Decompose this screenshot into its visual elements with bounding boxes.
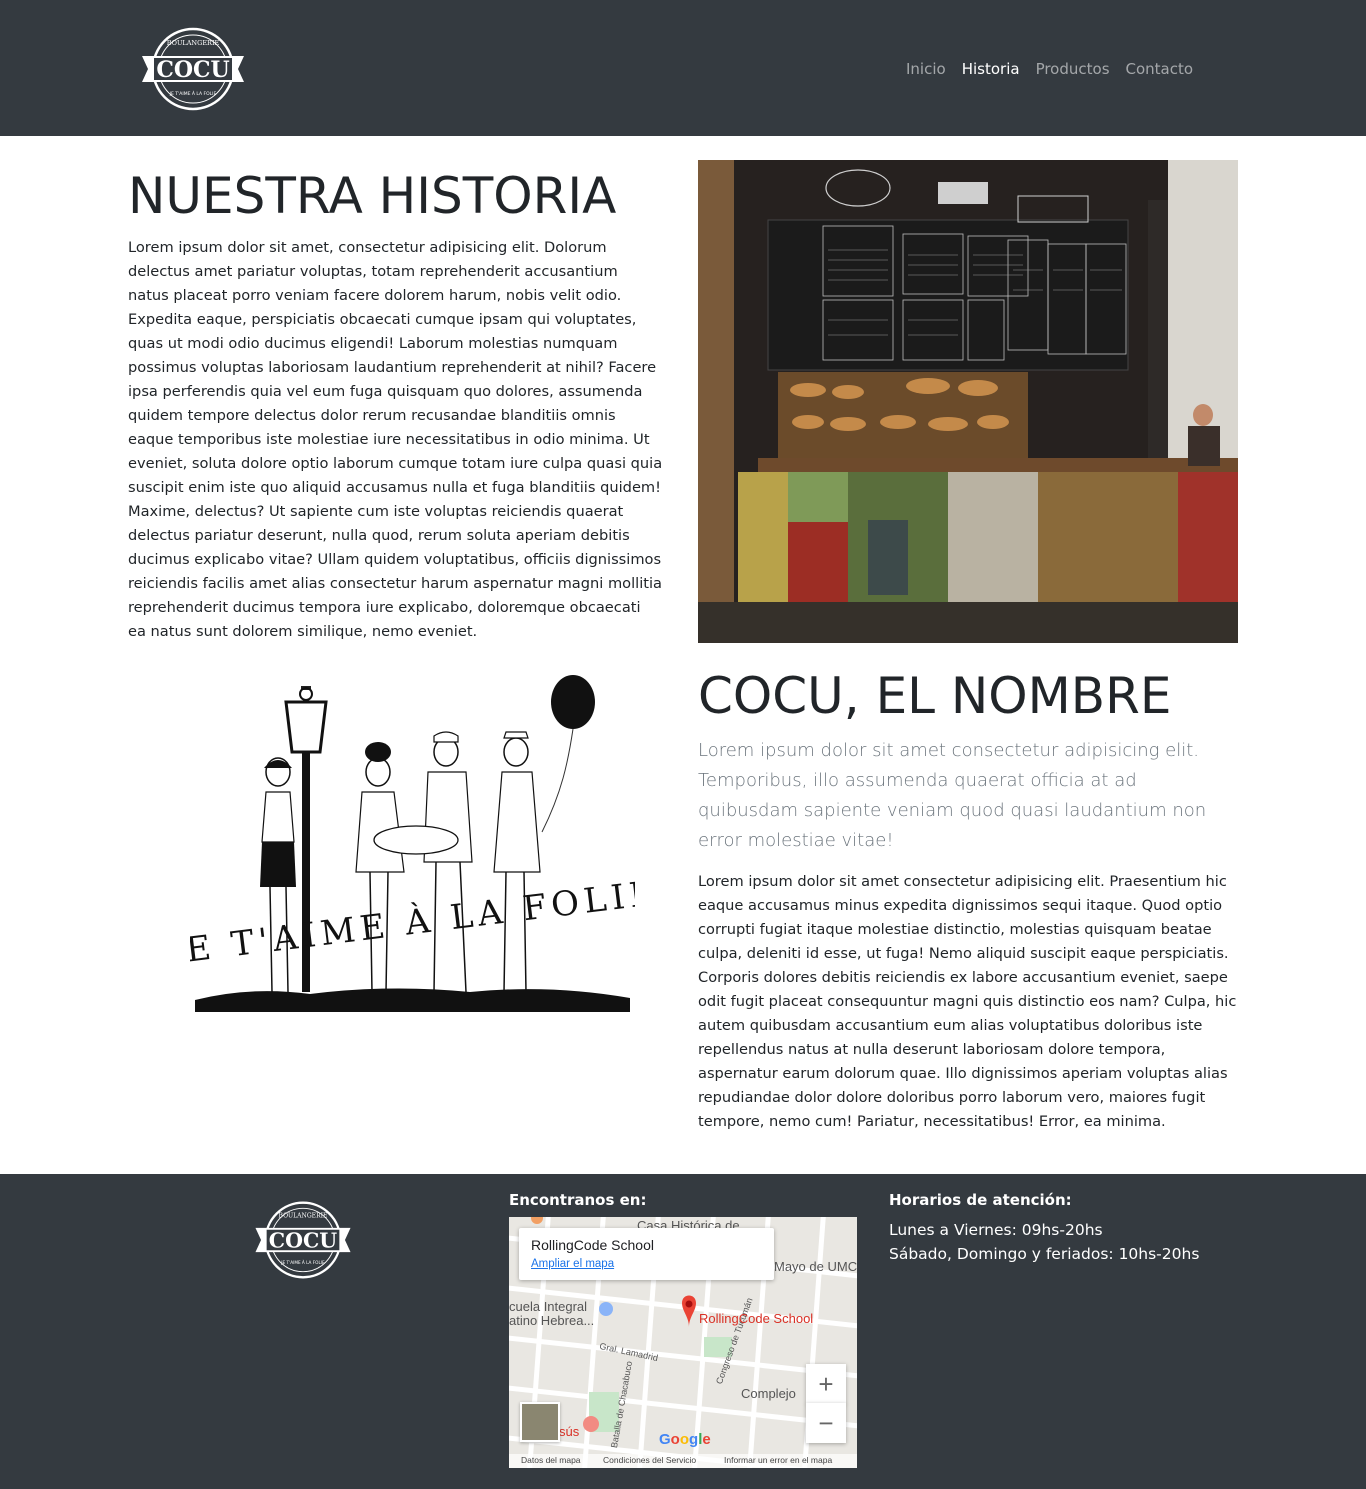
zoom-in-button[interactable]: + bbox=[806, 1364, 846, 1404]
illustration-characters-icon: JE T'AIME À LA FOLIE bbox=[162, 675, 662, 1012]
embedded-map[interactable]: Mayo de UMC cuela Integral atino Hebrea.… bbox=[509, 1217, 857, 1468]
nav-productos[interactable]: Productos bbox=[1028, 58, 1118, 80]
svg-text:COCU: COCU bbox=[156, 57, 229, 83]
nav-inicio[interactable]: Inicio bbox=[898, 58, 954, 80]
name-title: COCU, EL NOMBRE bbox=[698, 667, 1172, 725]
map-label: Complejo bbox=[741, 1386, 796, 1401]
hours-heading: Horarios de atención: bbox=[889, 1191, 1072, 1209]
je-taime-drawing: JE T'AIME À LA FOLIE bbox=[162, 672, 662, 1022]
map-place-card: RollingCode School Ampliar el mapa bbox=[519, 1228, 774, 1280]
map-label: cuela Integral bbox=[509, 1299, 588, 1314]
map-place-name: RollingCode School bbox=[531, 1237, 654, 1253]
name-body: Lorem ipsum dolor sit amet consectetur a… bbox=[698, 873, 1237, 1130]
map-label: Mayo de UMC bbox=[774, 1259, 857, 1274]
nav-historia[interactable]: Historia bbox=[954, 58, 1028, 80]
map-terms-link[interactable]: Condiciones del Servicio bbox=[603, 1455, 696, 1465]
map-footer-bar: Datos del mapa Condiciones del Servicio … bbox=[509, 1454, 857, 1468]
google-logo: Google bbox=[659, 1431, 711, 1448]
cocu-logo-icon: COCU BOULANGERIE JE T'AIME À LA FOLIE bbox=[255, 1201, 351, 1279]
google-logo-letter: g bbox=[689, 1431, 699, 1448]
google-logo-letter: o bbox=[679, 1431, 690, 1448]
svg-text:BOULANGERIE: BOULANGERIE bbox=[167, 39, 220, 47]
google-logo-letter: e bbox=[702, 1431, 711, 1448]
main-nav: Inicio Historia Productos Contacto bbox=[898, 58, 1201, 80]
history-title: NUESTRA HISTORIA bbox=[128, 167, 617, 225]
svg-text:JE T'AIME À LA FOLIE: JE T'AIME À LA FOLIE bbox=[280, 1260, 325, 1265]
name-lead: Lorem ipsum dolor sit amet consectetur a… bbox=[698, 740, 1207, 851]
zoom-out-button[interactable]: − bbox=[806, 1403, 846, 1443]
footer-logo[interactable]: COCU BOULANGERIE JE T'AIME À LA FOLIE bbox=[248, 1198, 358, 1282]
hours-list: Lunes a Viernes: 09hs-20hs Sábado, Domin… bbox=[889, 1218, 1199, 1266]
map-label: atino Hebrea... bbox=[509, 1313, 595, 1328]
enlarge-map-link[interactable]: Ampliar el mapa bbox=[531, 1258, 614, 1270]
nav-contacto[interactable]: Contacto bbox=[1118, 58, 1202, 80]
cocu-logo-icon: COCU BOULANGERIE JE T'AIME À LA FOLIE bbox=[142, 27, 244, 111]
find-us-heading: Encontranos en: bbox=[509, 1191, 647, 1209]
hours-weekend: Sábado, Domingo y feriados: 10hs-20hs bbox=[889, 1245, 1200, 1263]
map-data-link[interactable]: Datos del mapa bbox=[521, 1455, 581, 1465]
google-logo-letter: G bbox=[659, 1431, 671, 1448]
svg-text:JE T'AIME À LA FOLIE: JE T'AIME À LA FOLIE bbox=[190, 872, 635, 973]
bakery-photo-illustration bbox=[698, 160, 1238, 643]
brand-logo[interactable]: COCU BOULANGERIE JE T'AIME À LA FOLIE bbox=[134, 24, 252, 114]
map-report-link[interactable]: Informar un error en el mapa bbox=[724, 1455, 832, 1465]
svg-text:COCU: COCU bbox=[269, 1228, 337, 1252]
google-logo-letter: o bbox=[670, 1431, 680, 1448]
navbar: COCU BOULANGERIE JE T'AIME À LA FOLIE In… bbox=[0, 0, 1366, 136]
satellite-toggle-thumbnail[interactable] bbox=[520, 1402, 560, 1442]
map-label: sús bbox=[559, 1424, 580, 1439]
svg-text:JE T'AIME À LA FOLIE: JE T'AIME À LA FOLIE bbox=[169, 90, 217, 97]
svg-text:BOULANGERIE: BOULANGERIE bbox=[279, 1213, 328, 1220]
history-body: Lorem ipsum dolor sit amet, consectetur … bbox=[128, 239, 663, 640]
bakery-interior-photo bbox=[698, 160, 1238, 643]
map-pin-label[interactable]: RollingCode School bbox=[699, 1311, 813, 1326]
hours-weekdays: Lunes a Viernes: 09hs-20hs bbox=[889, 1221, 1103, 1239]
footer: COCU BOULANGERIE JE T'AIME À LA FOLIE En… bbox=[0, 1174, 1366, 1489]
